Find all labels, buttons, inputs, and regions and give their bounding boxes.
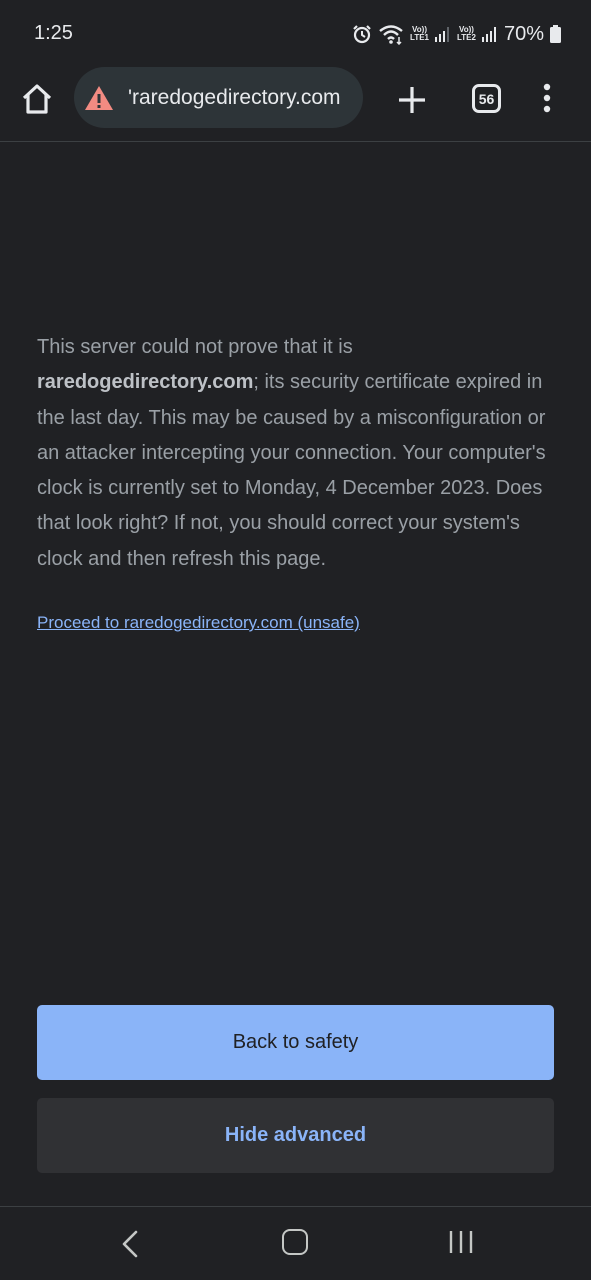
more-vert-icon[interactable] xyxy=(538,82,556,114)
sim1-label: Vo)) LTE1 xyxy=(410,26,429,42)
error-message: This server could not prove that it is r… xyxy=(37,330,557,577)
sim2-label: Vo)) LTE2 xyxy=(457,26,476,42)
browser-toolbar: 'raredogedirectory.com 56 xyxy=(0,66,591,142)
home-nav-icon[interactable] xyxy=(282,1229,308,1255)
back-icon[interactable] xyxy=(118,1229,142,1259)
message-domain: raredogedirectory.com xyxy=(37,371,254,394)
battery-percent: 70% xyxy=(503,22,544,45)
signal-icon xyxy=(435,27,449,42)
hide-advanced-button[interactable]: Hide advanced xyxy=(37,1098,554,1173)
tab-count: 56 xyxy=(478,90,495,107)
sim1-network: LTE1 xyxy=(410,33,429,42)
message-part2: ; its security certificate expired in th… xyxy=(37,371,546,570)
wifi-icon xyxy=(379,25,403,45)
url-text[interactable]: 'raredogedirectory.com xyxy=(128,86,341,110)
interstitial-content: This server could not prove that it is r… xyxy=(37,330,557,633)
tabs-icon[interactable]: 56 xyxy=(472,84,501,113)
system-nav-bar xyxy=(0,1206,591,1280)
proceed-link[interactable]: Proceed to raredogedirectory.com (unsafe… xyxy=(37,613,360,633)
battery-icon xyxy=(550,25,561,43)
home-icon[interactable] xyxy=(20,82,54,116)
recents-icon[interactable] xyxy=(448,1229,474,1255)
warning-icon[interactable] xyxy=(84,85,114,111)
plus-icon[interactable] xyxy=(396,84,428,116)
status-bar: 1:25 Vo)) LTE1 Vo)) LTE2 70% xyxy=(0,0,591,66)
message-part1: This server could not prove that it is xyxy=(37,336,353,358)
address-bar[interactable]: 'raredogedirectory.com xyxy=(74,67,363,128)
back-to-safety-button[interactable]: Back to safety xyxy=(37,1005,554,1080)
alarm-icon xyxy=(353,25,371,44)
status-icons: Vo)) LTE1 Vo)) LTE2 70% xyxy=(352,20,561,48)
sim2-network: LTE2 xyxy=(457,33,476,42)
status-time: 1:25 xyxy=(34,22,73,44)
signal-icon xyxy=(481,27,496,42)
